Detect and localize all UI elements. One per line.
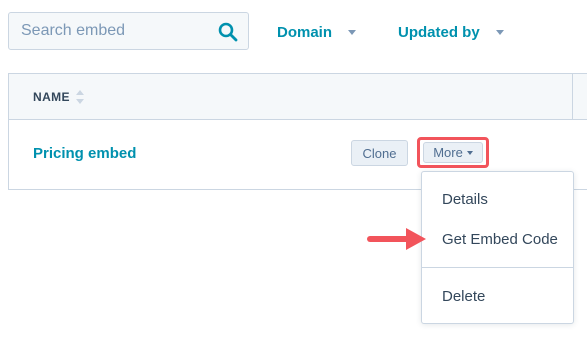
search-input[interactable]: [9, 13, 209, 49]
more-dropdown-menu: Details Get Embed Code Delete: [421, 171, 574, 324]
menu-divider: [422, 267, 573, 268]
search-box[interactable]: [8, 12, 249, 50]
updated-by-filter[interactable]: Updated by: [398, 22, 504, 42]
sort-icon[interactable]: [75, 90, 84, 104]
caret-down-icon: [495, 30, 504, 35]
column-divider: [572, 74, 573, 119]
domain-filter[interactable]: Domain: [277, 22, 357, 42]
search-icon[interactable]: [218, 22, 238, 42]
menu-item-get-embed-code[interactable]: Get Embed Code: [442, 231, 558, 248]
annotation-arrow-icon: [367, 228, 426, 250]
caret-down-icon: [348, 30, 357, 35]
table-header: NAME: [9, 74, 587, 120]
updated-by-filter-label: Updated by: [398, 23, 480, 41]
name-column-label: NAME: [33, 90, 70, 104]
domain-filter-label: Domain: [277, 23, 333, 41]
more-button-label: More: [433, 145, 463, 160]
caret-down-icon: [466, 150, 473, 155]
name-column-header[interactable]: NAME: [33, 90, 84, 104]
menu-item-delete[interactable]: Delete: [442, 288, 485, 305]
embed-name-link[interactable]: Pricing embed: [33, 145, 136, 162]
clone-button[interactable]: Clone: [351, 140, 408, 166]
clone-button-label: Clone: [362, 145, 397, 161]
more-button[interactable]: More: [423, 142, 483, 163]
menu-item-details[interactable]: Details: [442, 191, 488, 208]
